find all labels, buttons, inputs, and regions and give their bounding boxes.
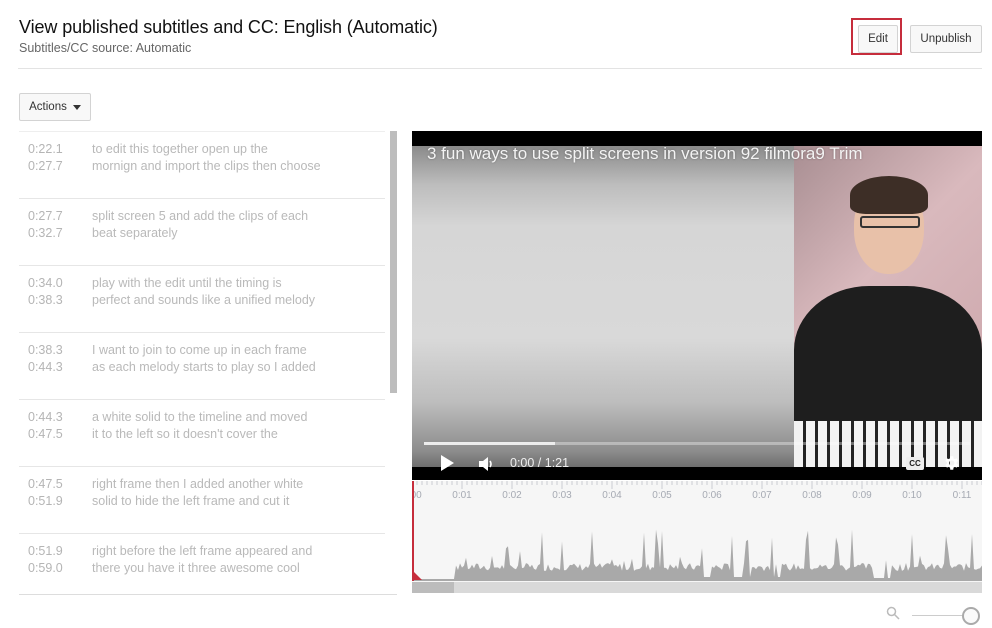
- caption-end: 0:47.5: [28, 427, 63, 441]
- caption-line: right before the left frame appeared and: [92, 544, 313, 558]
- person-hair: [850, 176, 928, 214]
- caption-start: 0:47.5: [28, 477, 63, 491]
- caption-end: 0:32.7: [28, 226, 63, 240]
- time-display: 0:00 / 1:21: [510, 456, 570, 470]
- caption-row[interactable]: 0:38.3 0:44.3 I want to join to come up i…: [19, 333, 385, 400]
- caption-line: split screen 5 and add the clips of each: [92, 209, 309, 223]
- caption-row[interactable]: 0:47.5 0:51.9 right frame then I added an…: [19, 467, 385, 534]
- timeline-playhead[interactable]: [412, 481, 414, 581]
- caption-start: 0:44.3: [28, 410, 63, 424]
- caption-end: 0:59.0: [28, 561, 63, 575]
- caption-row[interactable]: 0:22.1 0:27.7 to edit this together open …: [19, 132, 385, 199]
- caption-line: I want to join to come up in each frame: [92, 343, 307, 357]
- unpublish-button[interactable]: Unpublish: [910, 25, 982, 53]
- caption-row[interactable]: 0:44.3 0:47.5 a white solid to the timeli…: [19, 400, 385, 467]
- caption-start: 0:22.1: [28, 142, 63, 156]
- page-subtitle: Subtitles/CC source: Automatic: [19, 41, 192, 55]
- tick-label: 0:05: [652, 490, 672, 501]
- volume-icon[interactable]: [478, 456, 494, 472]
- tick-label: 0:11: [952, 490, 972, 501]
- page-header: View published subtitles and CC: English…: [19, 17, 438, 55]
- video-progress-loaded: [424, 442, 556, 445]
- caption-end: 0:51.9: [28, 494, 63, 508]
- playhead-marker-icon[interactable]: [412, 570, 422, 580]
- caption-list-divider: [19, 594, 397, 595]
- caption-end: 0:27.7: [28, 159, 63, 173]
- play-icon[interactable]: [441, 455, 454, 471]
- search-icon: [886, 606, 900, 620]
- player-controls: 0:00 / 1:21 CC: [412, 449, 982, 475]
- caption-line: solid to hide the left frame and cut it: [92, 493, 290, 508]
- actions-label: Actions: [29, 101, 67, 113]
- audio-waveform: [412, 529, 982, 581]
- tick-label: 0:01: [452, 490, 472, 501]
- caption-line: to edit this together open up the: [92, 142, 268, 156]
- video-progress-bar[interactable]: [424, 442, 970, 445]
- person-glasses: [860, 216, 920, 228]
- zoom-slider-thumb[interactable]: [962, 607, 980, 625]
- caption-line: a white solid to the timeline and moved: [92, 410, 308, 424]
- caption-row[interactable]: 0:51.9 0:59.0 right before the left frame…: [19, 534, 385, 594]
- tick-label: 0:06: [702, 490, 722, 501]
- video-title[interactable]: 3 fun ways to use split screens in versi…: [427, 144, 863, 164]
- tick-label: 0:07: [752, 490, 772, 501]
- caption-end: 0:38.3: [28, 293, 63, 307]
- caption-line: as each melody starts to play so I added: [92, 359, 316, 374]
- actions-dropdown[interactable]: Actions: [19, 93, 91, 121]
- tick-label: 0:10: [902, 490, 922, 501]
- caption-line: it to the left so it doesn't cover the: [92, 426, 278, 441]
- video-person-image: [794, 146, 982, 467]
- video-player[interactable]: 3 fun ways to use split screens in versi…: [412, 131, 982, 480]
- tick-label: 0:08: [802, 490, 822, 501]
- tick-label: 0:04: [602, 490, 622, 501]
- gear-icon[interactable]: [942, 454, 960, 472]
- timeline-zoom-control: [886, 604, 986, 626]
- caption-line: right frame then I added another white: [92, 477, 304, 491]
- caption-line: mornign and import the clips then choose: [92, 158, 321, 173]
- timeline-scroll-thumb[interactable]: [412, 582, 454, 593]
- header-divider: [18, 68, 982, 69]
- caption-line: beat separately: [92, 225, 178, 240]
- caption-row[interactable]: 0:27.7 0:32.7 split screen 5 and add the …: [19, 199, 385, 266]
- caption-line: perfect and sounds like a unified melody: [92, 292, 316, 307]
- closed-captions-icon[interactable]: CC: [906, 457, 924, 470]
- caption-start: 0:51.9: [28, 544, 63, 558]
- caption-row[interactable]: 0:34.0 0:38.3 play with the edit until th…: [19, 266, 385, 333]
- timeline-scrollbar[interactable]: [412, 582, 982, 593]
- caption-list-scrollbar[interactable]: [390, 131, 397, 393]
- caption-line: play with the edit until the timing is: [92, 276, 282, 290]
- waveform-path: [412, 529, 982, 581]
- zoom-slider[interactable]: [912, 615, 968, 616]
- edit-button[interactable]: Edit: [858, 25, 898, 53]
- tick-label: 0:09: [852, 490, 872, 501]
- tick-label: 0:03: [552, 490, 572, 501]
- caption-start: 0:38.3: [28, 343, 63, 357]
- page-title: View published subtitles and CC: English…: [19, 17, 438, 37]
- tick-label: 0:02: [502, 490, 522, 501]
- caption-list: 0:22.1 0:27.7 to edit this together open …: [19, 131, 385, 594]
- caption-line: there you have it three awesome cool: [92, 560, 300, 575]
- caption-start: 0:34.0: [28, 276, 63, 290]
- caption-start: 0:27.7: [28, 209, 63, 223]
- audio-timeline[interactable]: 0:000:010:020:030:040:050:060:070:080:09…: [412, 481, 982, 593]
- timeline-ruler: [412, 481, 982, 489]
- caret-down-icon: [72, 104, 81, 110]
- caption-end: 0:44.3: [28, 360, 63, 374]
